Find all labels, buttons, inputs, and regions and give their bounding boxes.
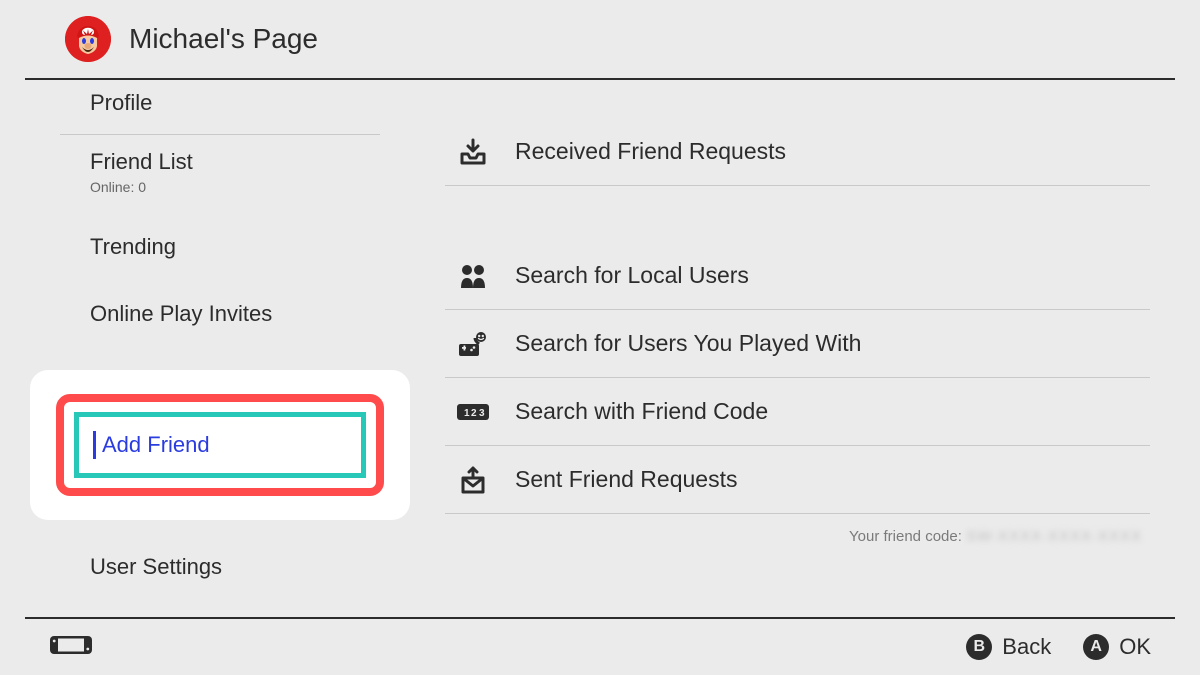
friend-code-icon: 1 2 3 <box>455 401 491 423</box>
back-label: Back <box>1002 634 1051 660</box>
sidebar-item-label: Add Friend <box>102 432 210 458</box>
friend-code-line: Your friend code: SW-XXXX-XXXX-XXXX <box>445 514 1150 545</box>
played-with-icon <box>455 330 491 358</box>
row-label: Search for Local Users <box>515 262 749 289</box>
svg-text:2: 2 <box>471 408 477 419</box>
row-search-local-users[interactable]: Search for Local Users <box>445 242 1150 310</box>
main-panel: Received Friend Requests Search for Loca… <box>445 118 1150 545</box>
console-icon <box>49 634 93 661</box>
sidebar-item-profile[interactable]: Profile <box>60 80 380 135</box>
inbox-download-icon <box>455 138 491 166</box>
sidebar-item-friend-list[interactable]: Friend List Online: 0 <box>60 135 380 214</box>
sidebar-item-label: Online Play Invites <box>90 301 272 326</box>
sidebar-item-label: Profile <box>90 90 152 115</box>
svg-text:3: 3 <box>479 408 485 419</box>
page-title: Michael's Page <box>129 23 318 55</box>
sidebar-item-label: User Settings <box>90 554 222 579</box>
ok-button[interactable]: A OK <box>1083 634 1151 660</box>
sidebar-item-online-play-invites[interactable]: Online Play Invites <box>60 281 380 348</box>
friend-code-value: SW-XXXX-XXXX-XXXX <box>966 528 1142 545</box>
footer: B Back A OK <box>25 617 1175 675</box>
annotation-red-border: Add Friend <box>56 394 384 496</box>
sidebar-item-label: Trending <box>90 234 176 259</box>
row-label: Sent Friend Requests <box>515 466 737 493</box>
a-glyph-icon: A <box>1083 634 1109 660</box>
row-search-friend-code[interactable]: 1 2 3 Search with Friend Code <box>445 378 1150 446</box>
annotation-highlight-box: Add Friend <box>30 370 410 520</box>
row-label: Search for Users You Played With <box>515 330 861 357</box>
sidebar-item-user-settings[interactable]: User Settings <box>60 534 380 601</box>
row-label: Search with Friend Code <box>515 398 768 425</box>
text-cursor-icon <box>93 431 96 459</box>
sidebar-item-label: Friend List <box>90 149 193 174</box>
row-label: Received Friend Requests <box>515 138 786 165</box>
footer-controls: B Back A OK <box>966 634 1151 660</box>
back-button[interactable]: B Back <box>966 634 1051 660</box>
friend-code-label: Your friend code: <box>849 528 962 545</box>
row-search-played-with[interactable]: Search for Users You Played With <box>445 310 1150 378</box>
avatar[interactable] <box>65 16 111 62</box>
outbox-icon <box>455 466 491 494</box>
mario-avatar-icon <box>65 16 111 62</box>
sidebar: Profile Friend List Online: 0 Trending O… <box>60 80 380 601</box>
section-gap <box>445 186 1150 242</box>
selection-focus-ring: Add Friend <box>74 412 366 478</box>
svg-text:1: 1 <box>464 408 470 419</box>
row-sent-friend-requests[interactable]: Sent Friend Requests <box>445 446 1150 514</box>
sidebar-item-trending[interactable]: Trending <box>60 214 380 281</box>
two-users-icon <box>455 262 491 290</box>
ok-label: OK <box>1119 634 1151 660</box>
row-received-friend-requests[interactable]: Received Friend Requests <box>445 118 1150 186</box>
header: Michael's Page <box>25 0 1175 80</box>
sidebar-item-add-friend[interactable]: Add Friend <box>79 417 361 473</box>
sidebar-item-sublabel: Online: 0 <box>90 179 350 195</box>
b-glyph-icon: B <box>966 634 992 660</box>
